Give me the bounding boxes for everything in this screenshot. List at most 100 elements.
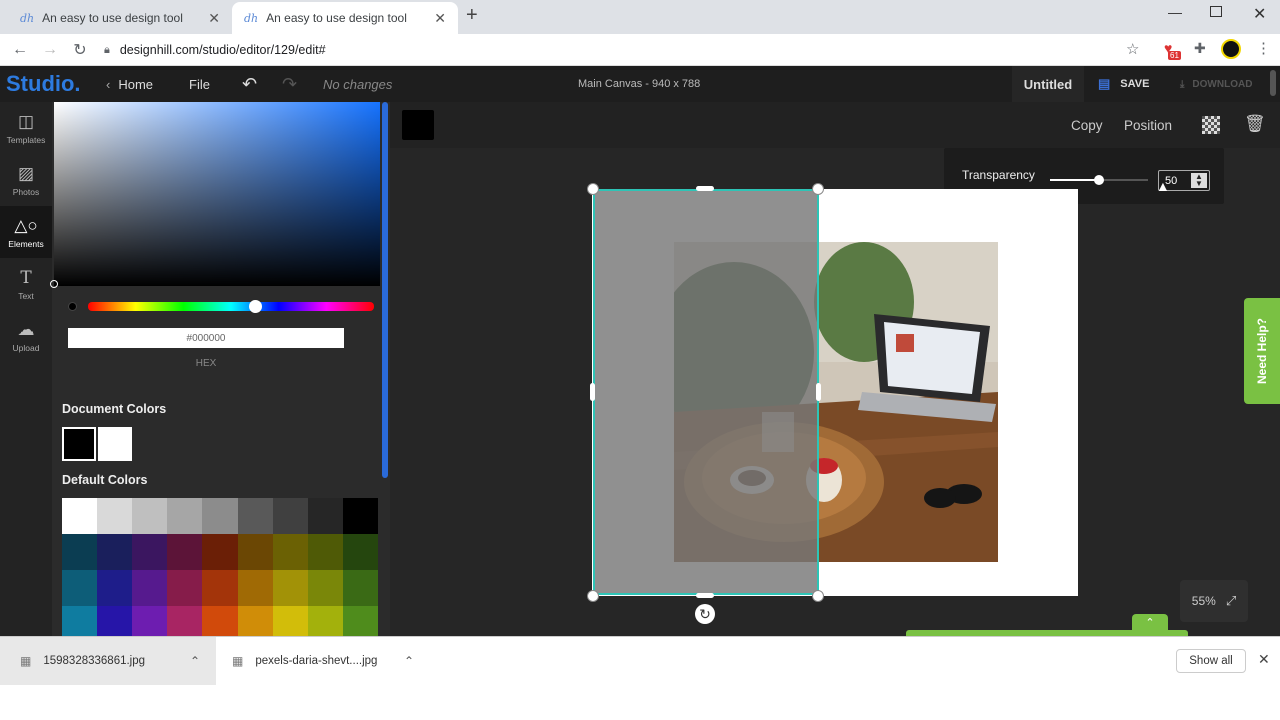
selected-rectangle-element[interactable] [593,189,819,595]
download-item[interactable]: ▦ pexels-daria-shevt....jpg ⌃ [216,637,430,685]
save-button[interactable]: ▤ SAVE [1098,66,1149,102]
need-help-button[interactable]: Need Help? [1244,298,1280,404]
sv-picker-handle[interactable] [50,280,58,288]
hue-slider-handle[interactable] [249,300,262,313]
home-link[interactable]: ‹ Home [106,66,153,102]
default-color-swatch[interactable] [342,570,378,606]
show-all-button[interactable]: Show all [1176,649,1246,673]
extension-badge-icon[interactable]: ♥ 61 [1162,40,1182,60]
default-color-swatch[interactable] [97,498,133,534]
restore-icon[interactable] [1210,6,1222,17]
default-color-swatch[interactable] [167,534,203,570]
document-color-swatch[interactable] [98,427,132,461]
resize-handle[interactable] [812,183,824,195]
transparency-slider-handle[interactable] [1094,175,1104,185]
bookmark-star-icon[interactable]: ☆ [1126,40,1139,58]
redo-icon[interactable]: ↷ [282,66,297,102]
copy-button[interactable]: Copy [1071,118,1103,133]
document-color-swatch[interactable] [62,427,96,461]
close-downloads-icon[interactable]: ✕ [1258,651,1270,668]
fill-color-button[interactable] [402,110,434,140]
default-color-swatch[interactable] [62,498,98,534]
default-color-swatch[interactable] [342,534,378,570]
upload-icon: ☁ [17,319,35,339]
zoom-control[interactable]: 55% ⤢ [1180,580,1248,622]
default-color-swatch[interactable] [132,534,168,570]
studio-logo[interactable]: Studio. [6,71,81,97]
close-window-icon[interactable]: ✕ [1253,4,1266,24]
default-color-swatch[interactable] [237,570,273,606]
default-color-swatch[interactable] [97,570,133,606]
default-color-swatch[interactable] [307,498,343,534]
resize-handle[interactable] [587,183,599,195]
url-field[interactable]: 🔒︎ designhill.com/studio/editor/129/edit… [104,38,1144,62]
default-color-swatch[interactable] [307,534,343,570]
document-title[interactable]: Untitled [1012,66,1084,102]
sidebar-item-text[interactable]: T Text [0,258,52,310]
zoom-level: 55% [1191,594,1216,608]
default-color-swatch[interactable] [132,570,168,606]
default-color-swatch[interactable] [62,534,98,570]
resize-handle[interactable] [812,590,824,602]
browser-menu-icon[interactable]: ⋮ [1256,39,1271,57]
resize-handle[interactable] [587,590,599,602]
default-color-swatch[interactable] [307,570,343,606]
forward-icon[interactable]: → [36,34,64,66]
default-color-swatch[interactable] [62,570,98,606]
default-color-swatch[interactable] [97,534,133,570]
pages-drawer-toggle[interactable]: ⌃ [1132,614,1168,632]
default-color-swatch[interactable] [272,498,308,534]
tab-title: An easy to use design tool [266,11,407,25]
default-color-swatch[interactable] [342,498,378,534]
default-color-swatch[interactable] [167,570,203,606]
transparency-slider[interactable] [1050,175,1148,185]
resize-handle-left[interactable] [590,383,595,401]
sidebar-item-upload[interactable]: ☁ Upload [0,310,52,362]
chevron-up-icon[interactable]: ⌃ [190,654,200,668]
chevron-up-icon[interactable]: ⌃ [404,654,414,668]
default-color-swatch[interactable] [202,534,238,570]
close-tab-icon[interactable]: ✕ [208,10,220,27]
file-menu[interactable]: File [189,66,210,102]
close-tab-icon[interactable]: ✕ [434,10,446,27]
default-color-swatch[interactable] [272,534,308,570]
undo-icon[interactable]: ↶ [242,66,257,102]
saturation-value-picker[interactable] [50,102,380,288]
new-tab-icon[interactable]: + [466,4,478,27]
sidebar-item-elements[interactable]: △○ Elements [0,206,52,258]
sidebar-item-templates[interactable]: ◫ Templates [0,102,52,154]
default-color-swatch[interactable] [132,498,168,534]
panel-scrollbar[interactable] [382,102,388,478]
tab-title: An easy to use design tool [42,11,183,25]
transparency-checker-icon[interactable] [1202,116,1220,134]
reload-icon[interactable]: ↻ [66,34,94,66]
profile-avatar[interactable] [1221,39,1241,59]
download-button[interactable]: ⤓ DOWNLOAD [1180,66,1252,102]
hue-slider[interactable] [88,300,374,313]
address-toolbar: ← → ↻ 🔒︎ designhill.com/studio/editor/12… [0,34,1280,66]
default-color-swatch[interactable] [202,498,238,534]
resize-handle-bottom[interactable] [696,593,714,598]
browser-tab[interactable]: dh An easy to use design tool ✕ [8,2,232,34]
canvas-info: Main Canvas - 940 x 788 [578,78,701,90]
minimize-icon[interactable]: — [1168,4,1182,20]
hex-input[interactable] [68,328,344,348]
trash-icon[interactable]: 🗑︎ [1244,114,1266,134]
stepper-arrows-icon[interactable]: ▲ ▼ [1191,173,1207,188]
header-scrollbar[interactable] [1270,70,1276,96]
back-icon[interactable]: ← [6,34,34,66]
default-color-swatch[interactable] [272,570,308,606]
rotate-handle-icon[interactable]: ↻ [695,604,715,624]
sidebar-item-photos[interactable]: ▨ Photos [0,154,52,206]
default-color-swatch[interactable] [202,570,238,606]
puzzle-extensions-icon[interactable]: ✚ [1194,40,1206,57]
fullscreen-icon[interactable]: ⤢ [1226,593,1236,609]
resize-handle-top[interactable] [696,186,714,191]
browser-tab-active[interactable]: dh An easy to use design tool ✕ [232,2,458,34]
download-item[interactable]: ▦ 1598328336861.jpg ⌃ [0,637,216,685]
resize-handle-right[interactable] [816,383,821,401]
default-color-swatch[interactable] [167,498,203,534]
default-color-swatch[interactable] [237,534,273,570]
default-color-swatch[interactable] [237,498,273,534]
position-button[interactable]: Position [1124,118,1172,133]
